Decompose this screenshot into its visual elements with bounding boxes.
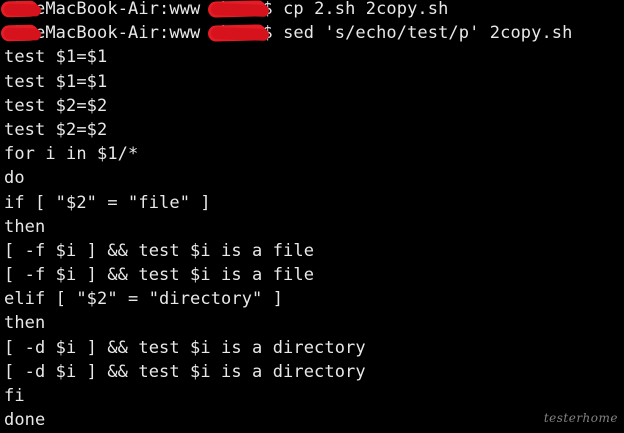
output-line: test $1=$1 [4, 47, 108, 68]
redacted-hostname-prefix: Shu [0, 21, 42, 45]
output-line: elif [ "$2" = "directory" ] [4, 289, 284, 310]
watermark-logo: testerhome [543, 411, 618, 425]
output-line: test $1=$1 [4, 71, 108, 92]
output-line: [ -d $i ] && test $i is a directory [4, 337, 366, 358]
redaction-mark [210, 27, 269, 42]
output-line: fi [4, 386, 25, 406]
output-line: [ -d $i ] && test $i is a directory [4, 361, 366, 382]
prompt-host: eMacBook-Air:www [35, 0, 201, 19]
terminal-output: ShueMacBook-Air:www shuli$ cp 2.sh 2copy… [0, 0, 573, 432]
terminal-window[interactable]: ShueMacBook-Air:www shuli$ cp 2.sh 2copy… [0, 0, 624, 433]
output-line: test $2=$2 [4, 119, 108, 140]
output-line: then [4, 216, 46, 237]
output-line: if [ "$2" = "file" ] [4, 192, 211, 213]
redacted-hostname-prefix: Shu [0, 0, 42, 21]
output-line: do [4, 168, 25, 189]
prompt-host: eMacBook-Air:www [35, 23, 201, 44]
output-line: done [4, 410, 46, 431]
output-line: test $2=$2 [4, 95, 108, 116]
output-line: for i in $1/* [4, 144, 139, 165]
prompt-line-1: ShueMacBook-Air:www shuli$ cp 2.sh 2copy… [0, 0, 572, 21]
prompt-line-2: ShueMacBook-Air:www shuli$ sed 's/echo/t… [0, 21, 573, 45]
output-line: [ -f $i ] && test $i is a file [4, 240, 315, 261]
prompt-command: cp 2.sh 2copy.sh [283, 0, 449, 19]
redacted-username: shuli [207, 21, 269, 45]
redacted-username: shuli [207, 0, 269, 21]
output-line: then [4, 313, 46, 334]
prompt-command: sed 's/echo/test/p' 2copy.sh [283, 23, 573, 44]
redaction-mark [210, 2, 269, 18]
output-line: [ -f $i ] && test $i is a file [4, 265, 315, 286]
redaction-mark [3, 27, 42, 41]
redaction-mark [3, 3, 42, 17]
